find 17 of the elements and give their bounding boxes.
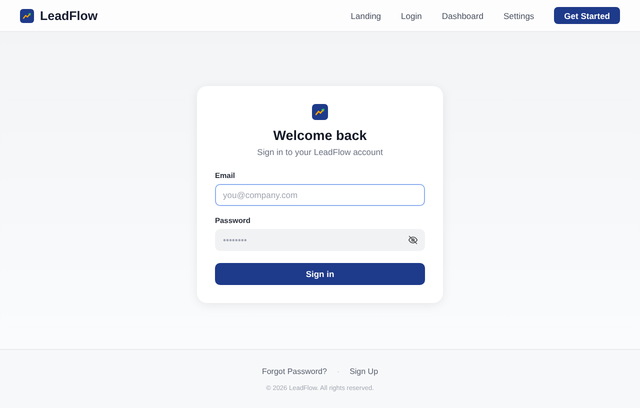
logo-icon xyxy=(312,104,328,120)
get-started-button[interactable]: Get Started xyxy=(554,7,620,24)
sign-in-button[interactable]: Sign in xyxy=(215,263,425,285)
email-field[interactable]: you@company.com xyxy=(215,184,425,206)
card-subtitle: Sign in to your LeadFlow account xyxy=(257,147,383,157)
nav-link[interactable]: Dashboard xyxy=(442,10,484,20)
card-title: Welcome back xyxy=(273,128,367,143)
nav-link[interactable]: Landing xyxy=(350,10,382,20)
eye-slash-icon[interactable] xyxy=(408,235,418,245)
logo-icon xyxy=(20,8,34,22)
password-field[interactable]: •••••••• xyxy=(215,229,425,251)
forgot-password-link[interactable]: Forgot Password? xyxy=(262,366,327,376)
nav-link[interactable]: Login xyxy=(401,10,422,20)
sign-up-link[interactable]: Sign Up xyxy=(350,366,378,376)
nav-link[interactable]: Settings xyxy=(503,10,534,20)
separator-dot: · xyxy=(336,366,340,376)
brand-name: LeadFlow xyxy=(40,8,98,22)
